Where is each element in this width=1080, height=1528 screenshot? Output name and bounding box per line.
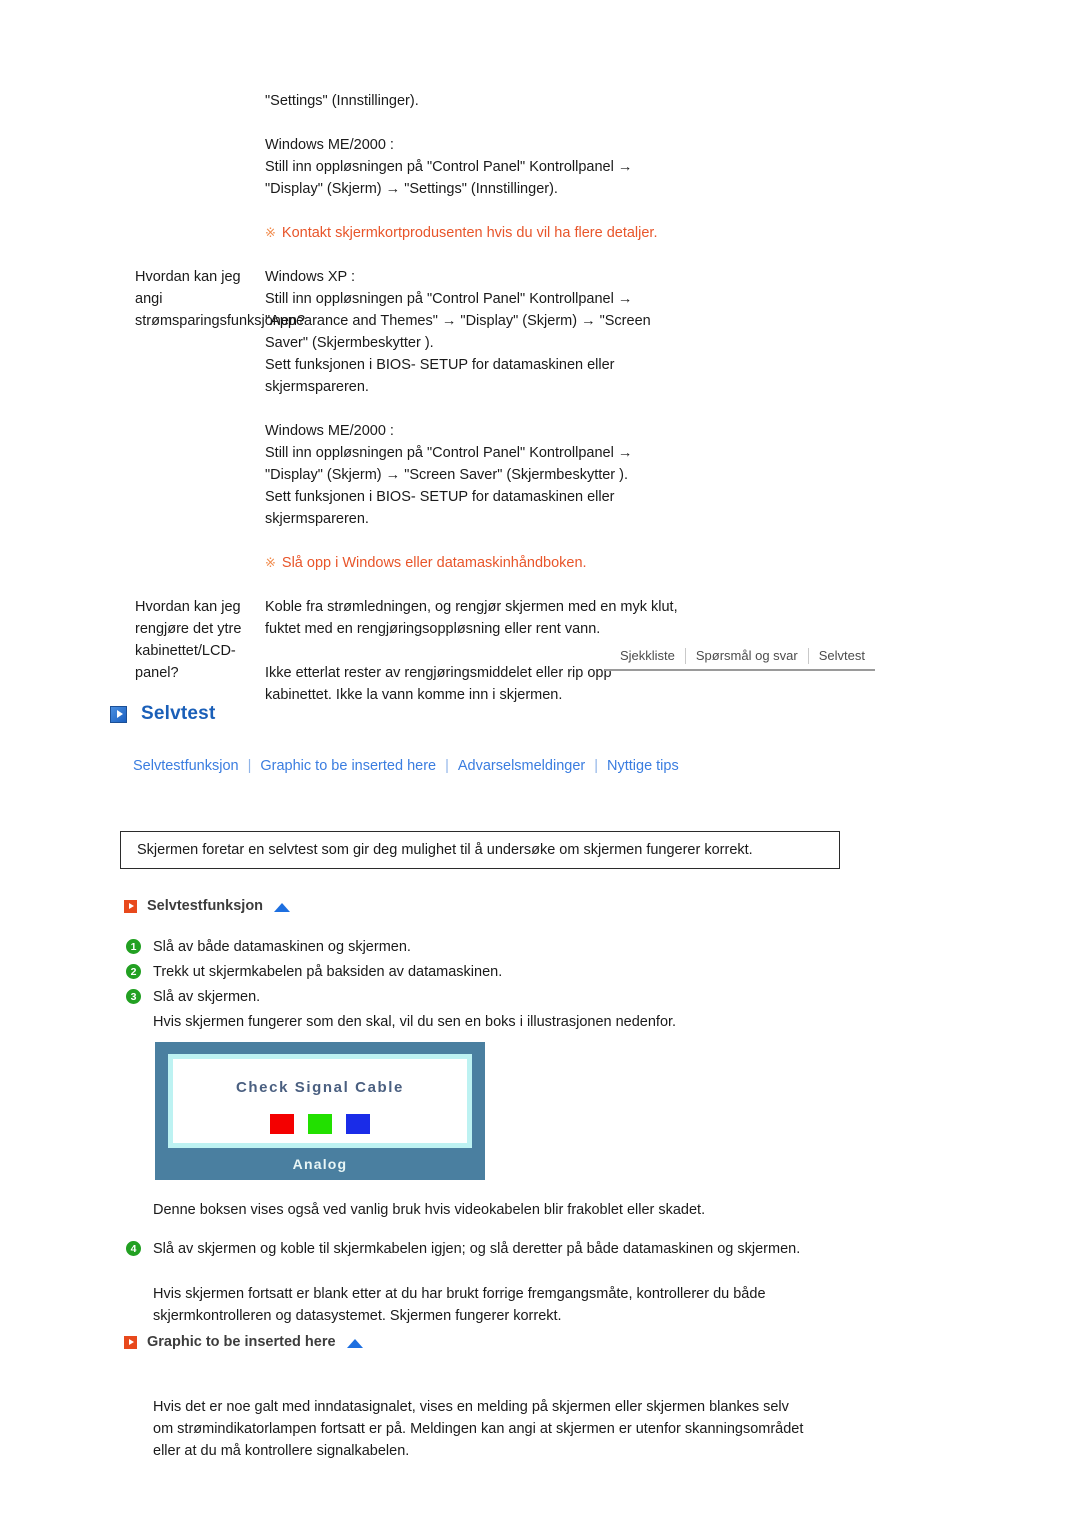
answer-line: Koble fra strømledningen, og rengjør skj… [265,599,678,615]
page-title-label: Selvtest [141,703,216,724]
faq-row: Hvordan kan jeg angi strømsparingsfunksj… [0,266,1080,574]
closing-text: Hvis skjermen fortsatt er blank etter at… [153,1283,873,1327]
answer-line: Still inn oppløsningen på "Control Panel… [265,159,633,175]
monitor-screen-message: Check Signal Cable [235,1079,404,1096]
answer-line: Windows ME/2000 : [265,423,394,439]
faq-question: Hvordan kan jeg angi strømsparingsfunksj… [0,266,306,332]
list-item: 4 Slå av skjermen og koble til skjermkab… [126,1238,826,1260]
answer-line: "Settings" (Innstillinger). [265,93,419,109]
tab-selvtest[interactable]: Selvtest [807,648,875,664]
monitor-illustration: Check Signal Cable Analog [155,1042,485,1180]
list-item: 2 Trekk ut skjermkabelen på baksiden av … [126,961,746,983]
subnav-separator: | [247,758,252,774]
tab-sporsmal-og-svar[interactable]: Spørsmål og svar [684,648,808,664]
tab-list: Sjekkliste Spørsmål og svar Selvtest [605,648,875,671]
blue-arrow-icon [110,705,127,723]
monitor-input-label: Analog [292,1156,348,1172]
step-text: Slå av skjermen og koble til skjermkabel… [153,1238,826,1260]
faq-note: ※ Kontakt skjermkortprodusenten hvis du v… [265,222,1080,244]
orange-arrow-icon [124,1335,137,1349]
step-text: Slå av skjermen. [153,989,261,1005]
below-image-text: Denne boksen vises også ved vanlig bruk … [153,1202,706,1218]
monitor-screen: Check Signal Cable [168,1054,472,1148]
faq-note: ※ Slå opp i Windows eller datamaskinhåndb… [265,552,1080,574]
faq-answer: Windows XP : Still inn oppløsningen på "… [265,266,1080,574]
tab-sjekkliste[interactable]: Sjekkliste [610,648,685,664]
faq-section: "Settings" (Innstillinger). Windows ME/2… [0,90,1080,706]
list-item: 3 Slå av skjermen. [126,986,746,1008]
list-item: 1 Slå av både datamaskinen og skjermen. [126,936,746,958]
paragraph-line: Hvis det er noe galt med inndatasignalet… [153,1399,789,1415]
step-text: Trekk ut skjermkabelen på baksiden av da… [153,964,503,980]
answer-line: Still inn oppløsningen på "Control Panel… [265,291,633,307]
answer-line: Windows ME/2000 : [265,137,394,153]
answer-line: fuktet med en rengjøringsoppløsning elle… [265,621,601,637]
section-heading-label: Selvtestfunksjon [147,898,264,914]
after-steps-text: Hvis skjermen fungerer som den skal, vil… [153,1014,677,1030]
subnav-link-selvtestfunksjon[interactable]: Selvtestfunksjon [133,758,239,774]
question-line: Hvordan kan jeg rengjøre det ytre [135,599,242,637]
subnav-links: Selvtestfunksjon | Graphic to be inserted … [133,758,679,774]
manual-page: "Settings" (Innstillinger). Windows ME/2… [0,0,1080,1528]
paragraph-line: om strømindikatorlampen fortsatt er på. … [153,1421,804,1437]
answer-line: Sett funksjonen i BIOS- SETUP for datama… [265,357,615,373]
subnav-separator: | [594,758,598,774]
question-line: Hvordan kan jeg angi [135,269,241,307]
step-text: Slå av både datamaskinen og skjermen. [153,939,411,955]
section-heading-label: Graphic to be inserted here [147,1334,336,1350]
faq-row: "Settings" (Innstillinger). Windows ME/2… [0,90,1080,244]
question-line: strømsparingsfunksjonen? [135,313,306,329]
step-number: 4 [126,1241,141,1256]
info-box: Skjermen foretar en selvtest som gir deg… [120,831,840,869]
graphic-section-paragraph: Hvis det er noe galt med inndatasignalet… [153,1396,883,1462]
subnav-link-nyttige-tips[interactable]: Nyttige tips [607,758,679,774]
answer-line: "Display" (Skjerm) → "Screen Saver" (Skj… [265,467,629,483]
answer-line: skjermspareren. [265,511,369,527]
rgb-swatches [173,1114,467,1134]
faq-answer: "Settings" (Innstillinger). Windows ME/2… [265,90,1080,244]
tab-bar: Sjekkliste Spørsmål og svar Selvtest [0,648,1080,671]
answer-line: Windows XP : [265,269,355,285]
note-text: Slå opp i Windows eller datamaskinhåndbo… [281,555,587,571]
step-number: 3 [126,989,141,1004]
answer-line: "Display" (Skjerm) → "Settings" (Innstil… [265,181,558,197]
swatch-blue [346,1114,370,1134]
closing-line: skjermkontrolleren og datasystemet. Skje… [153,1308,562,1324]
step-number: 1 [126,939,141,954]
swatch-red [270,1114,294,1134]
note-star-icon: ※ [265,555,276,570]
note-star-icon: ※ [265,225,276,240]
answer-line: kabinettet. Ikke la vann komme inn i skj… [265,687,563,703]
back-to-top-icon[interactable] [346,1339,363,1348]
step-line: Slå av skjermen og koble til skjermkabel… [153,1241,734,1257]
subnav-separator: | [445,758,449,774]
paragraph-line: eller at du må kontrollere signalkabelen… [153,1443,410,1459]
section-heading-selvtestfunksjon: Selvtestfunksjon [124,898,291,914]
answer-line: Saver" (Skjermbeskytter ). [265,335,434,351]
answer-line: Still inn oppløsningen på "Control Panel… [265,445,633,461]
section-heading-graphic: Graphic to be inserted here [124,1334,363,1350]
back-to-top-icon[interactable] [274,903,291,912]
answer-line: skjermspareren. [265,379,369,395]
info-box-text: Skjermen foretar en selvtest som gir deg… [137,842,753,858]
note-text: Kontakt skjermkortprodusenten hvis du vi… [281,225,658,241]
step-number: 2 [126,964,141,979]
answer-line: Sett funksjonen i BIOS- SETUP for datama… [265,489,615,505]
orange-arrow-icon [124,899,137,913]
subnav-link-graphic[interactable]: Graphic to be inserted here [260,758,436,774]
page-title: Selvtest [110,703,215,725]
answer-line: "Appearance and Themes" → "Display" (Skj… [265,313,651,329]
closing-line: Hvis skjermen fortsatt er blank etter at… [153,1286,766,1302]
swatch-green [308,1114,332,1134]
step-line: skjermen. [737,1241,801,1257]
subnav-link-advarselsmeldinger[interactable]: Advarselsmeldinger [458,758,585,774]
